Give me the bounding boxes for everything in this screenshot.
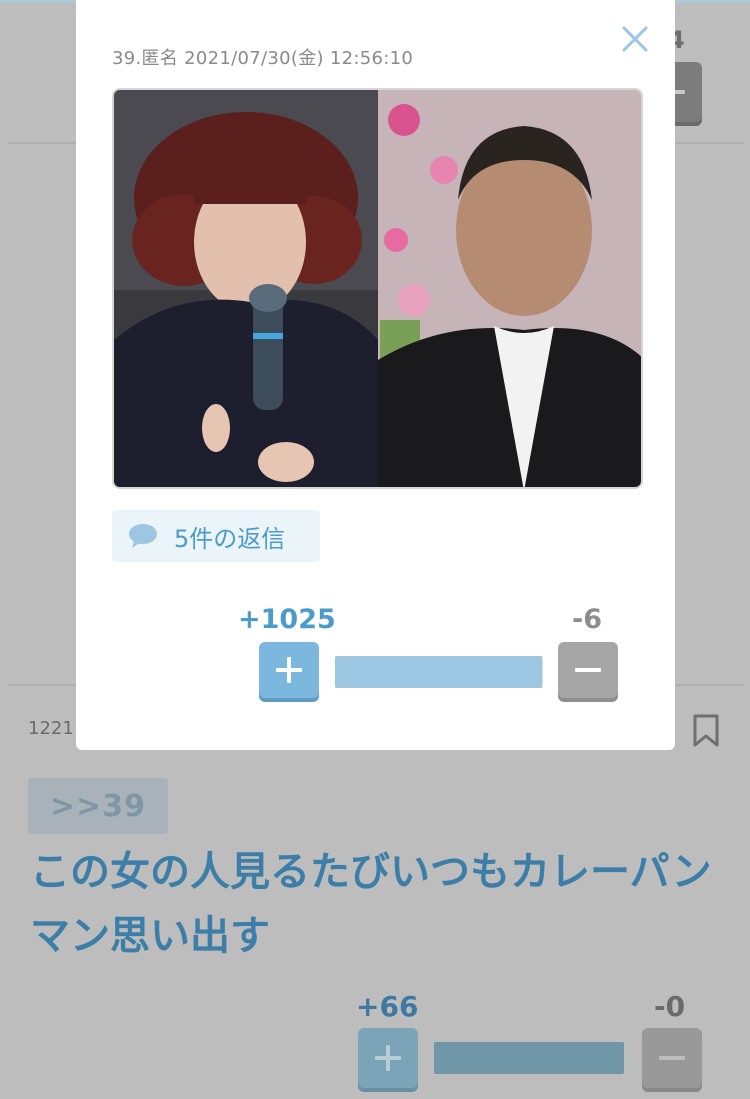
comment-number: 1221 bbox=[28, 718, 74, 739]
photo-image bbox=[114, 90, 641, 487]
minus-vote-button[interactable] bbox=[558, 642, 618, 698]
comment-body: この女の人見るたびいつもカレーパンマン思い出す bbox=[30, 849, 712, 959]
page: 4 1221 >>39 この女の人見るたびいつもカレーパンマン思い出す +66 … bbox=[0, 0, 750, 1099]
plus-vote-count: +1025 bbox=[238, 604, 336, 635]
minus-vote-count: -6 bbox=[572, 604, 602, 635]
speech-bubble-icon bbox=[129, 524, 157, 548]
minus-vote-button[interactable] bbox=[642, 1028, 702, 1088]
close-icon[interactable] bbox=[620, 24, 650, 54]
comment-meta: 39.匿名 2021/07/30(金) 12:56:10 bbox=[112, 48, 414, 69]
vote-ratio-bar bbox=[434, 1042, 624, 1074]
vote-ratio-fill bbox=[335, 656, 542, 688]
comment-photo[interactable] bbox=[112, 88, 643, 489]
comment-modal: 39.匿名 2021/07/30(金) 12:56:10 5件の返信 +1025… bbox=[76, 0, 675, 750]
plus-vote-button[interactable] bbox=[259, 642, 319, 698]
reply-count-button[interactable]: 5件の返信 bbox=[112, 510, 320, 562]
plus-vote-count: +66 bbox=[356, 990, 419, 1023]
reply-count-label: 5件の返信 bbox=[174, 524, 286, 553]
bookmark-icon[interactable] bbox=[692, 714, 720, 748]
plus-vote-button[interactable] bbox=[358, 1028, 418, 1088]
vote-ratio-bar bbox=[335, 656, 543, 688]
minus-vote-count: -0 bbox=[654, 990, 686, 1023]
reply-anchor-link[interactable]: >>39 bbox=[28, 778, 168, 834]
